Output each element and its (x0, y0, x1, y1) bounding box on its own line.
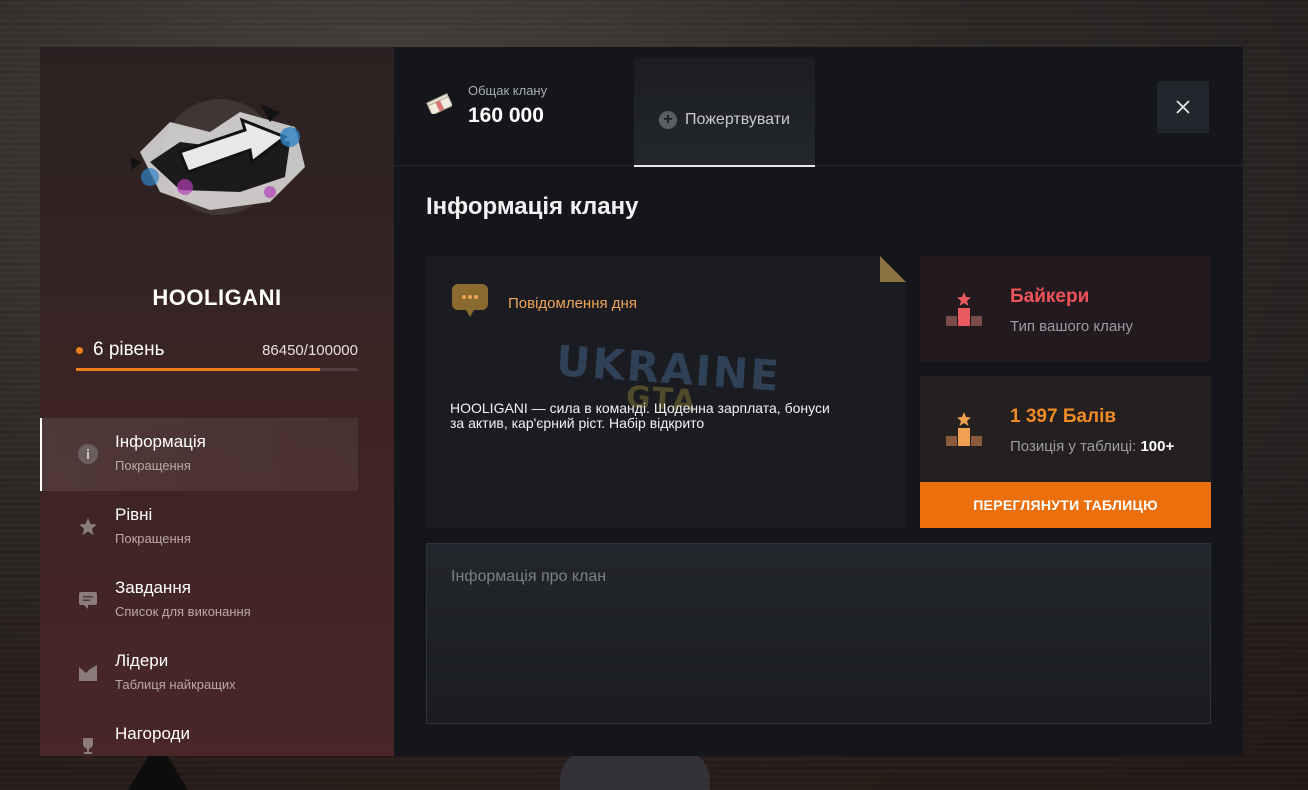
message-of-the-day: Повідомлення дня UKRAINE GTA HOOLIGANI —… (426, 256, 906, 528)
clan-position-value: 100+ (1140, 438, 1175, 455)
close-button[interactable] (1157, 81, 1209, 133)
clan-type-title: Байкери (1010, 286, 1090, 307)
plus-icon: + (659, 111, 677, 129)
donate-button[interactable]: + Пожертвувати (634, 57, 815, 167)
sidebar-item-title: Лідери (115, 651, 169, 670)
chart-icon (77, 662, 99, 684)
treasury-label: Общак клану (468, 83, 548, 98)
sidebar-item-sub: Покращення (115, 531, 191, 546)
level-progress-fill (76, 368, 320, 371)
chat-bubble-icon (452, 284, 488, 323)
sidebar-menu: Інформація Покращення Рівні Покращення З… (40, 418, 394, 783)
sidebar-item-title: Інформація (115, 432, 206, 451)
clan-position: Позиція у таблиці: 100+ (1010, 438, 1174, 455)
podium-icon (944, 288, 984, 333)
clan-type-sub: Тип вашого клану (1010, 318, 1133, 335)
trophy-icon (77, 735, 99, 757)
sidebar-item-tasks[interactable]: Завдання Список для виконання (40, 564, 358, 637)
sidebar-item-sub: Таблиця найкращих (115, 677, 236, 692)
level-label: 6 рівень (93, 339, 165, 360)
treasury: Общак клану 160 000 (426, 83, 547, 128)
clan-score-title: 1 397 Балів (1010, 406, 1117, 427)
level-dot-icon (76, 346, 83, 354)
sidebar-item-sub: Список для виконання (115, 604, 251, 619)
clan-logo (120, 92, 320, 222)
sidebar-item-title: Рівні (115, 505, 153, 524)
motd-title: Повідомлення дня (508, 295, 637, 312)
view-table-button[interactable]: ПЕРЕГЛЯНУТИ ТАБЛИЦЮ (920, 482, 1211, 528)
podium-icon (944, 408, 984, 453)
clan-panel: HOOLIGANI 6 рівень 86450/100000 Інформац… (40, 47, 1243, 756)
clan-name: HOOLIGANI (152, 285, 282, 310)
star-icon (77, 516, 99, 538)
background-figure (560, 750, 710, 790)
info-icon (77, 443, 99, 465)
sidebar: HOOLIGANI 6 рівень 86450/100000 Інформац… (40, 47, 394, 756)
sidebar-item-title: Нагороди (115, 724, 190, 743)
section-title: Інформація клану (426, 193, 639, 220)
close-icon (1176, 100, 1190, 114)
motd-text: HOOLIGANI — сила в команді. Щоденна зарп… (450, 400, 830, 431)
donate-label: Пожертвувати (685, 111, 790, 128)
sidebar-item-rewards[interactable]: Нагороди (40, 710, 358, 783)
sidebar-item-levels[interactable]: Рівні Покращення (40, 491, 358, 564)
sidebar-item-leaders[interactable]: Лідери Таблиця найкращих (40, 637, 358, 710)
clan-position-label: Позиція у таблиці: (1010, 438, 1137, 455)
money-icon (426, 92, 454, 119)
sidebar-item-title: Завдання (115, 578, 191, 597)
clan-score-card: 1 397 Балів Позиція у таблиці: 100+ ПЕРЕ… (920, 376, 1211, 528)
corner-fold (880, 256, 906, 282)
main-content: Общак клану 160 000 + Пожертвувати Інфор… (394, 47, 1243, 756)
clan-type-card: Байкери Тип вашого клану (920, 256, 1211, 361)
level-row: 6 рівень 86450/100000 (76, 339, 358, 361)
message-icon (77, 589, 99, 611)
treasury-value: 160 000 (468, 104, 544, 127)
level-progress-bar (76, 368, 358, 371)
sidebar-item-sub: Покращення (115, 458, 191, 473)
topbar: Общак клану 160 000 + Пожертвувати (394, 47, 1243, 167)
clan-info-field[interactable] (426, 543, 1211, 724)
level-xp: 86450/100000 (262, 341, 358, 359)
sidebar-item-info[interactable]: Інформація Покращення (40, 418, 358, 491)
